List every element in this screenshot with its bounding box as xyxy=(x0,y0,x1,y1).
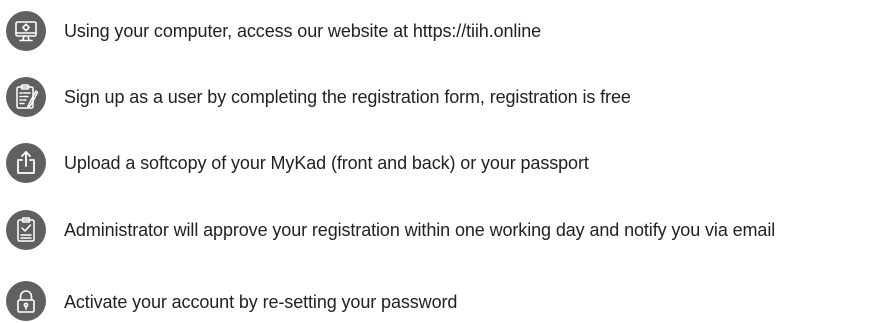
step-3-text: Upload a softcopy of your MyKad (front a… xyxy=(64,153,589,173)
registration-steps-list: Using your computer, access our website … xyxy=(0,0,882,323)
step-2-text: Sign up as a user by completing the regi… xyxy=(64,87,631,107)
clipboard-form-icon xyxy=(6,77,46,117)
step-3: Upload a softcopy of your MyKad (front a… xyxy=(6,143,882,183)
step-1-text: Using your computer, access our website … xyxy=(64,21,542,41)
computer-monitor-icon xyxy=(6,11,46,51)
step-4-text: Administrator will approve your registra… xyxy=(64,220,776,240)
step-5-text: Activate your account by re-setting your… xyxy=(64,292,458,312)
step-5: Activate your account by re-setting your… xyxy=(6,281,882,321)
step-2: Sign up as a user by completing the regi… xyxy=(6,77,882,117)
padlock-icon xyxy=(6,281,46,321)
step-1: Using your computer, access our website … xyxy=(6,11,882,51)
clipboard-check-icon xyxy=(6,210,46,250)
upload-share-icon xyxy=(6,143,46,183)
step-4: Administrator will approve your registra… xyxy=(6,210,882,250)
